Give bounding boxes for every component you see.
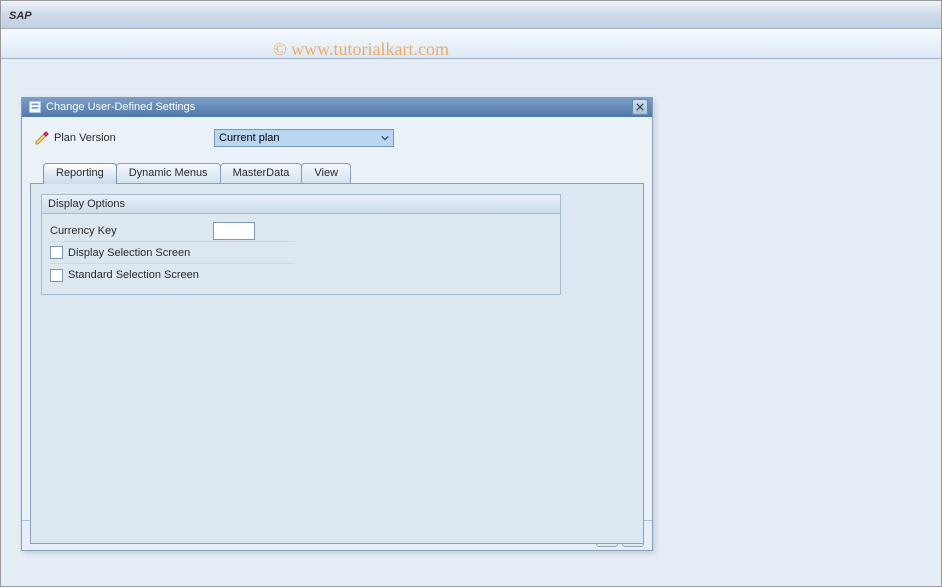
main-area: Change User-Defined Settings Plan Versio… <box>1 59 941 586</box>
standard-selection-row: Standard Selection Screen <box>50 264 295 286</box>
dialog-close-button[interactable] <box>632 99 648 115</box>
currency-key-label: Currency Key <box>50 225 117 237</box>
tab-masterdata[interactable]: MasterData <box>220 163 303 183</box>
group-title: Display Options <box>42 195 560 214</box>
plan-version-row: Plan Version Current plan <box>30 127 644 155</box>
tab-dynamic-menus[interactable]: Dynamic Menus <box>116 163 221 183</box>
display-selection-checkbox[interactable] <box>50 246 63 259</box>
tab-label: Dynamic Menus <box>129 167 208 179</box>
tabstrip: Reporting Dynamic Menus MasterData View <box>30 163 644 183</box>
tab-content: Display Options Currency Key Display Sel… <box>30 183 644 544</box>
plan-version-value: Current plan <box>219 132 280 144</box>
dialog-title: Change User-Defined Settings <box>46 101 632 113</box>
standard-selection-checkbox[interactable] <box>50 269 63 282</box>
currency-key-input[interactable] <box>213 222 255 240</box>
tab-view[interactable]: View <box>301 163 351 183</box>
settings-dialog: Change User-Defined Settings Plan Versio… <box>21 97 653 551</box>
plan-version-select[interactable]: Current plan <box>214 129 394 147</box>
tab-label: MasterData <box>233 167 290 179</box>
dialog-icon <box>28 100 42 114</box>
display-options-group: Display Options Currency Key Display Sel… <box>41 194 561 295</box>
group-body: Currency Key Display Selection Screen St… <box>42 214 560 294</box>
dialog-titlebar: Change User-Defined Settings <box>22 97 652 117</box>
app-titlebar: SAP <box>1 1 941 29</box>
dialog-body: Plan Version Current plan Reporting Dyna… <box>22 117 652 550</box>
edit-icon <box>34 130 50 146</box>
standard-selection-label: Standard Selection Screen <box>68 269 199 281</box>
currency-key-row: Currency Key <box>50 220 295 242</box>
tab-label: Reporting <box>56 167 104 179</box>
chevron-down-icon <box>381 134 389 142</box>
close-icon <box>636 103 644 111</box>
tab-reporting[interactable]: Reporting <box>43 163 117 184</box>
display-selection-label: Display Selection Screen <box>68 247 190 259</box>
display-selection-row: Display Selection Screen <box>50 242 295 264</box>
plan-version-label: Plan Version <box>54 132 214 144</box>
app-title: SAP <box>9 10 32 22</box>
tab-label: View <box>314 167 338 179</box>
app-toolbar <box>1 29 941 59</box>
